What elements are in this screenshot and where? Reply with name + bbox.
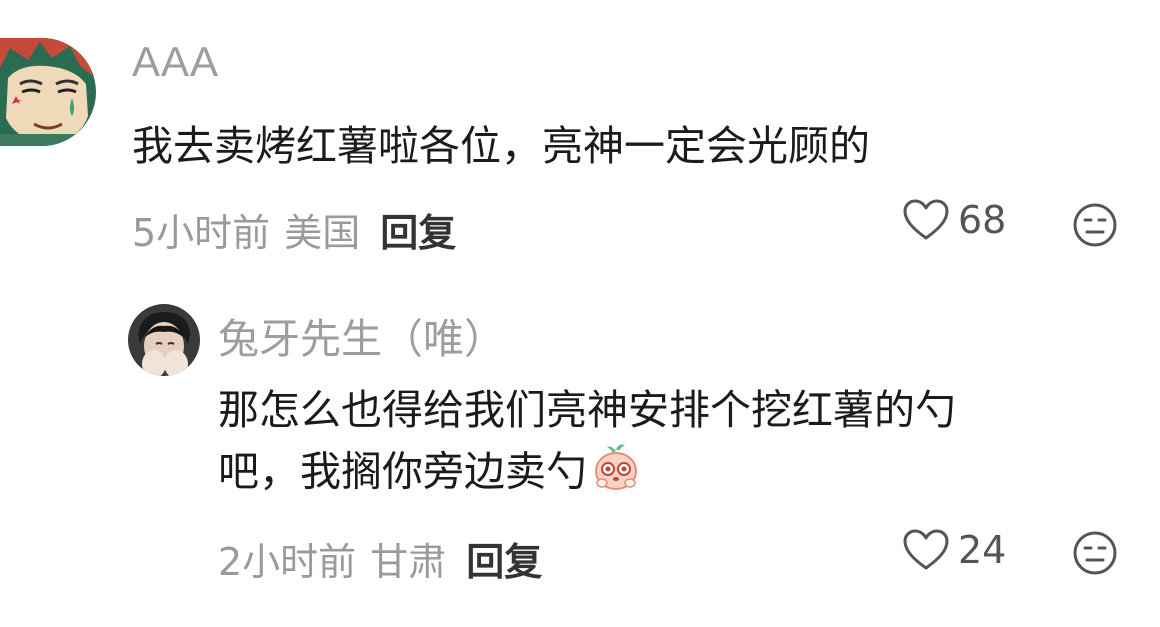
anime-character-avatar-icon <box>0 38 96 146</box>
neutral-face-icon <box>1073 531 1117 575</box>
reply-username[interactable]: 兔牙先生（唯） <box>218 305 505 365</box>
user-avatar[interactable] <box>0 38 96 146</box>
like-count: 68 <box>958 198 1007 242</box>
dislike-button[interactable] <box>1072 530 1118 580</box>
like-button[interactable]: 68 <box>902 198 1006 242</box>
peach-face-emoji-icon <box>591 441 641 508</box>
heart-icon <box>903 529 949 570</box>
comment-text: 我去卖烤红薯啦各位，亮神一定会光顾的 <box>132 122 870 170</box>
person-photo-avatar-icon <box>128 304 200 376</box>
reply-text-line: 那怎么也得给我们亮神安排个挖红薯的勺 <box>218 386 956 434</box>
reply-time: 2小时前 <box>218 540 357 584</box>
reply-text: 那怎么也得给我们亮神安排个挖红薯的勺 吧，我搁你旁边卖勺 <box>218 380 1118 508</box>
like-count: 24 <box>958 528 1007 572</box>
heart-icon <box>903 199 949 240</box>
neutral-face-icon <box>1073 203 1117 247</box>
comment-username[interactable]: AAA <box>132 38 219 86</box>
reply-button[interactable]: 回复 <box>466 540 542 584</box>
reply-location: 甘肃 <box>370 540 447 584</box>
reply-user-avatar[interactable] <box>128 304 200 376</box>
comment-meta: 5小时前 美国 回复 <box>132 202 456 257</box>
dislike-button[interactable] <box>1072 202 1118 252</box>
comment-time: 5小时前 <box>132 211 271 255</box>
comment-location: 美国 <box>284 211 361 255</box>
reply-text-segment: 吧，我搁你旁边卖勺 <box>218 447 587 496</box>
reply-button[interactable]: 回复 <box>380 211 456 255</box>
reply-meta: 2小时前 甘肃 回复 <box>218 531 542 586</box>
like-button[interactable]: 24 <box>902 528 1006 572</box>
reply-text-line: 吧，我搁你旁边卖勺 <box>218 441 1118 508</box>
